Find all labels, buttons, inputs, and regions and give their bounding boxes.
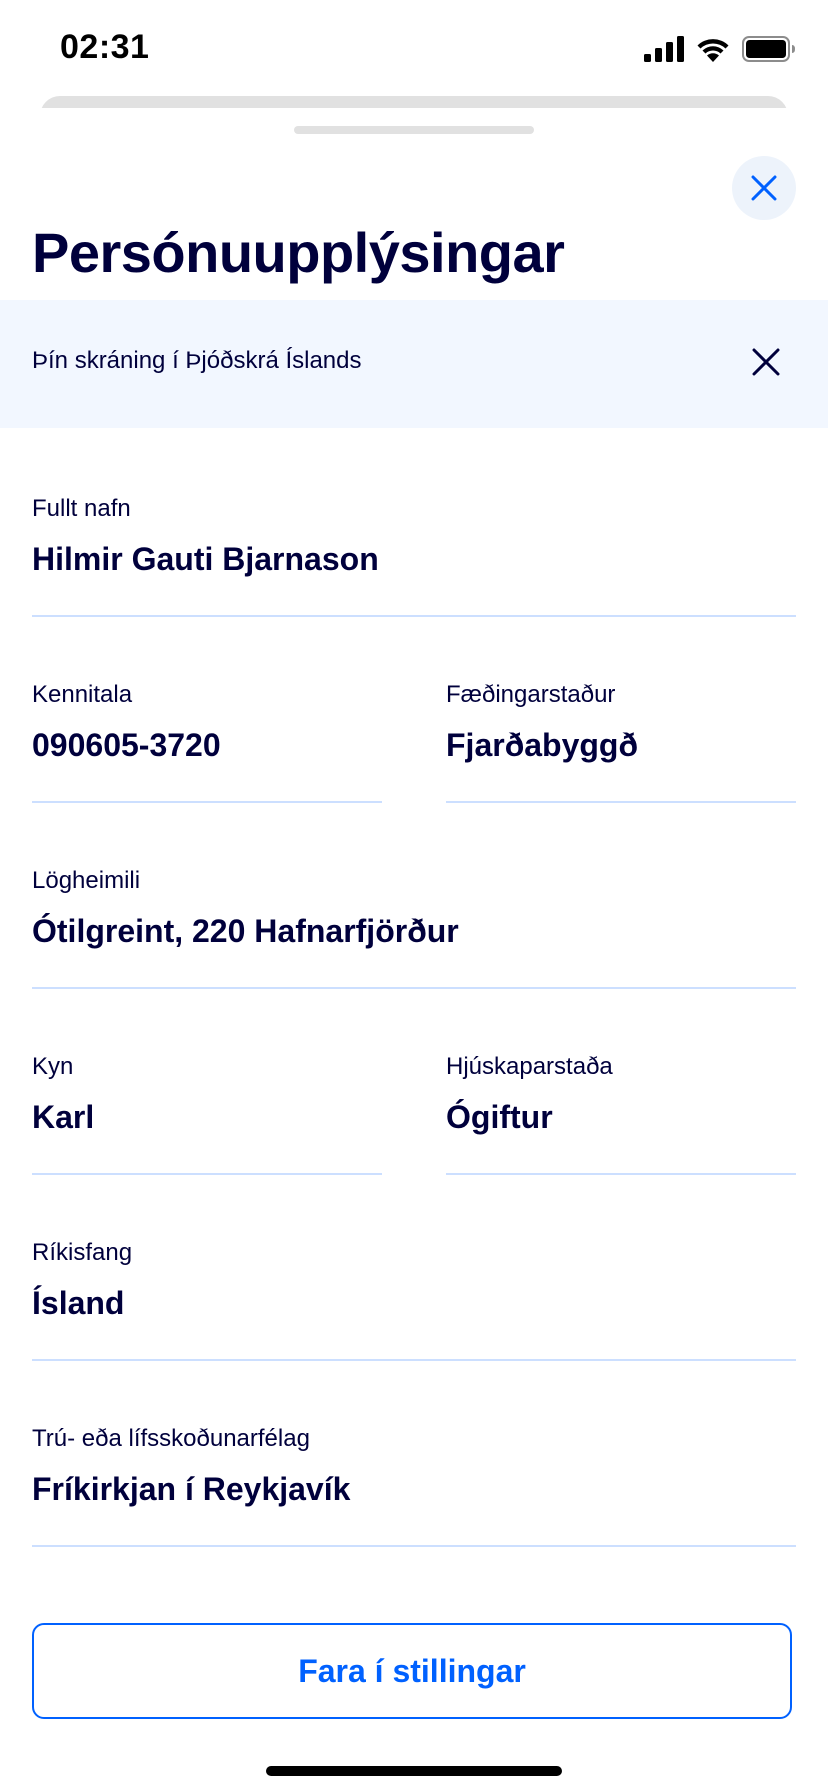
banner-dismiss-button[interactable] xyxy=(746,342,786,382)
modal-sheet: Persónuupplýsingar Þín skráning í Þjóðsk… xyxy=(0,108,828,1792)
field-full-name: Fullt nafn Hilmir Gauti Bjarnason xyxy=(32,495,796,617)
field-birthplace: Fæðingarstaður Fjarðabyggð xyxy=(446,681,796,803)
page-title: Persónuupplýsingar xyxy=(32,221,565,284)
field-value: Karl xyxy=(32,1099,95,1135)
field-label: Trú- eða lífsskoðunarfélag xyxy=(32,1425,310,1452)
home-indicator[interactable] xyxy=(266,1766,562,1776)
field-religion: Trú- eða lífsskoðunarfélag Fríkirkjan í … xyxy=(32,1425,796,1547)
battery-icon xyxy=(742,36,795,62)
field-label: Ríkisfang xyxy=(32,1239,133,1266)
field-citizenship: Ríkisfang Ísland xyxy=(32,1239,796,1361)
close-icon xyxy=(751,175,777,201)
field-domicile: Lögheimili Ótilgreint, 220 Hafnarfjörður xyxy=(32,867,796,989)
field-value: Hilmir Gauti Bjarnason xyxy=(32,541,379,577)
field-value: 090605-3720 xyxy=(32,727,221,763)
status-icons xyxy=(644,32,796,66)
wifi-icon xyxy=(697,39,729,62)
close-icon xyxy=(752,348,780,376)
go-to-settings-button[interactable]: Fara í stillingar xyxy=(32,1623,792,1719)
field-gender: Kyn Karl xyxy=(32,1053,382,1175)
sheet-grabber[interactable] xyxy=(294,126,534,134)
close-button[interactable] xyxy=(732,156,796,220)
field-label: Kennitala xyxy=(32,681,133,708)
field-value: Fríkirkjan í Reykjavík xyxy=(32,1471,351,1507)
field-label: Hjúskaparstaða xyxy=(446,1053,613,1080)
status-bar: 02:31 xyxy=(0,0,828,96)
banner-text: Þín skráning í Þjóðskrá Íslands xyxy=(32,347,362,374)
cellular-signal-icon xyxy=(644,36,684,62)
field-value: Ísland xyxy=(32,1285,125,1321)
field-value: Ótilgreint, 220 Hafnarfjörður xyxy=(32,913,459,949)
field-marital-status: Hjúskaparstaða Ógiftur xyxy=(446,1053,796,1175)
field-label: Kyn xyxy=(32,1053,74,1080)
status-time: 02:31 xyxy=(60,28,150,66)
field-label: Fæðingarstaður xyxy=(446,681,616,708)
field-label: Fullt nafn xyxy=(32,495,131,522)
field-label: Lögheimili xyxy=(32,867,141,894)
field-value: Ógiftur xyxy=(446,1099,553,1135)
field-value: Fjarðabyggð xyxy=(446,727,639,763)
info-banner: Þín skráning í Þjóðskrá Íslands xyxy=(0,300,828,428)
field-kennitala: Kennitala 090605-3720 xyxy=(32,681,382,803)
